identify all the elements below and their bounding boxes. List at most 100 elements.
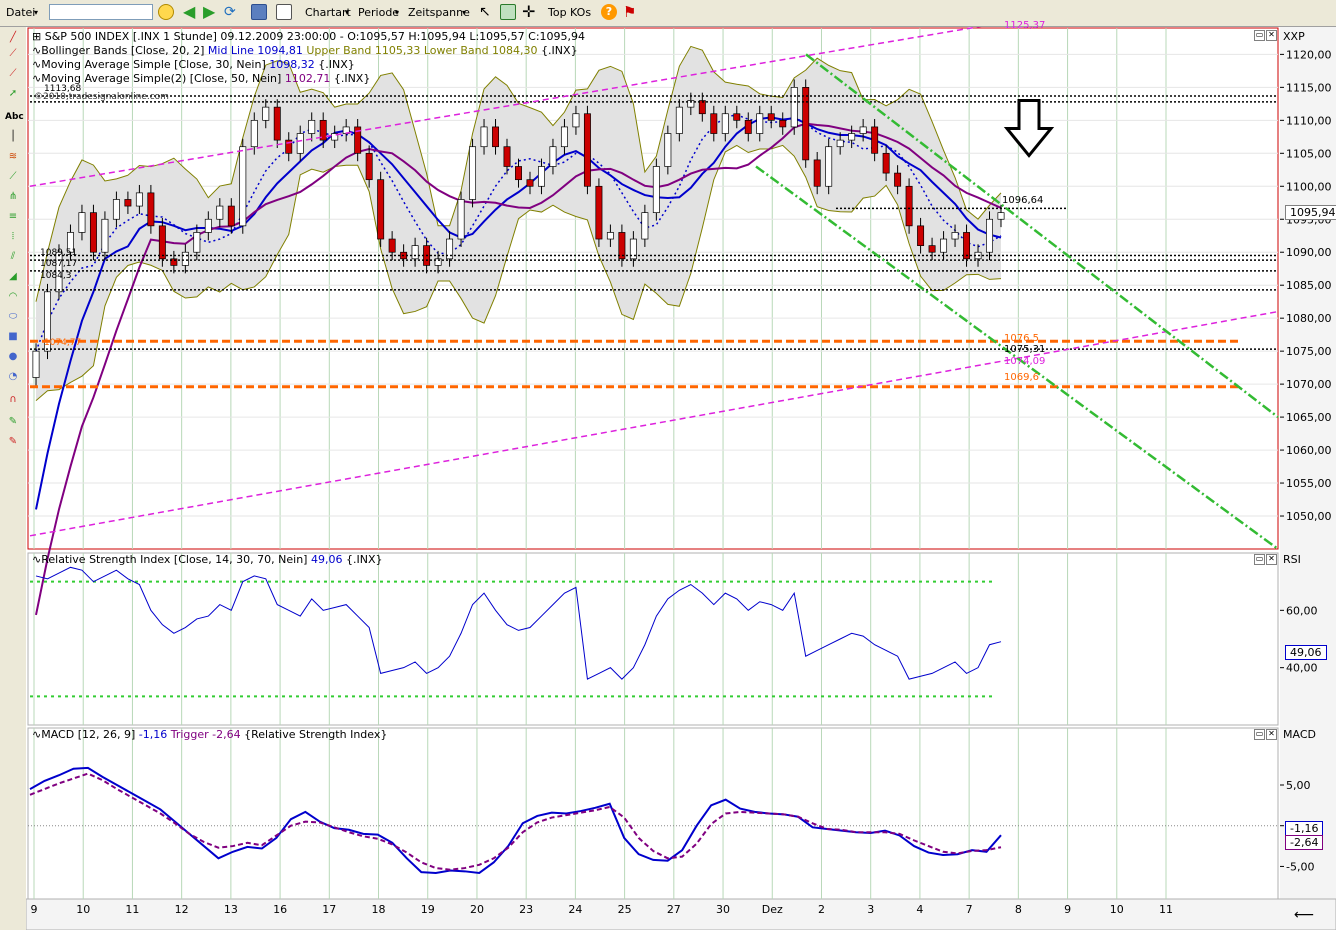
text-tool-icon[interactable]: Abc [5,110,24,124]
top-kos-button[interactable]: Top KOs [548,3,591,22]
candle-body [492,126,499,148]
forward-arrow-icon[interactable]: ▶ [203,4,221,22]
macd-close-button[interactable]: ✕ [1266,729,1277,740]
timespan-menu[interactable]: Zeitspanne [408,3,470,22]
trigger-last-tag: -2,64 [1285,835,1324,850]
annotation-1087: 1087,17 [40,259,78,269]
ray-tool-icon[interactable]: ⟋ [5,47,21,61]
help-icon[interactable]: ? [601,4,617,20]
y-tick-label: 1060,00 [1286,444,1332,457]
x-tick-label: 23 [519,903,533,916]
candle-body [652,166,660,214]
x-tick-label: 27 [667,903,681,916]
chart-type-chevron-icon[interactable]: ▾ [345,3,349,22]
refresh-icon[interactable]: ⟳ [224,4,242,22]
candle-body [124,199,132,207]
chart-area[interactable]: 9 10 11 12 13 16 17 18 19 20 23 24 25 27 30 Dez 2 3 4 7 8 9 10… [26,27,1336,930]
main-panel-header: ⊞ S&P 500 INDEX [.INX 1 Stunde] 09.12.20… [32,30,585,43]
gann-fan-icon[interactable]: ◢ [5,270,21,284]
symbol-search-input[interactable] [49,4,153,20]
y-tick-label: 1050,00 [1286,510,1332,523]
candle-body [595,185,603,240]
pitchfork-tool-icon[interactable]: ⋔ [5,190,21,204]
ma2-legend[interactable]: ∿Moving Average Simple(2) [Close, 50, Ne… [32,72,370,85]
candle-body [526,179,534,187]
ma1-legend[interactable]: ∿Moving Average Simple [Close, 30, Nein]… [32,58,355,71]
candle-body [802,87,810,161]
trendline-tool-icon[interactable]: ╱ [5,31,21,45]
candle-body [572,113,580,128]
file-menu[interactable]: Datei [6,3,35,22]
annotation-1084: 1084,3 [40,271,72,281]
back-arrow-icon[interactable]: ◀ [183,4,201,22]
ellipse-tool-icon[interactable]: ⬭ [5,310,21,324]
channel-tool-icon[interactable]: ≋ [5,150,21,164]
x-tick-label: 13 [224,903,238,916]
segment-tool-icon[interactable]: ⟋ [5,67,21,81]
indicator-icon: ∿ [32,72,42,85]
y-tick-label: 1085,00 [1286,279,1332,292]
zoom-icon[interactable] [500,4,516,20]
annotation-1074: 1074,09 [1004,356,1046,367]
candle-body [388,238,396,253]
rsi-y-tick-label: 40,00 [1286,662,1318,675]
main-close-button[interactable]: ✕ [1266,30,1277,41]
candle-body [664,133,672,167]
rectangle-tool-icon[interactable]: ■ [5,330,21,344]
vertical-line-tool-icon[interactable]: │ [5,130,21,144]
arc-tool-icon[interactable]: ◠ [5,290,21,304]
eraser-tool-icon[interactable]: ✎ [5,435,21,449]
rsi-close-button[interactable]: ✕ [1266,554,1277,565]
main-minimize-button[interactable]: ▭ [1254,30,1265,41]
x-tick-label: 24 [568,903,582,916]
candle-body [147,192,155,227]
save-icon[interactable] [251,4,267,20]
period-chevron-icon[interactable]: ▾ [395,3,399,22]
fan-tool-icon[interactable]: ⟋ [5,170,21,184]
candle-body [377,179,385,240]
x-tick-label: 11 [1159,903,1173,916]
drawing-tools-sidebar: ╱ ⟋ ⟋ ➚ Abc │ ≋ ⟋ ⋔ ≡ ⦙ ⫽ ◢ ◠ ⬭ ■ ● ◔ ∩ … [0,27,27,930]
macd-legend[interactable]: ∿MACD [12, 26, 9] -1,16 Trigger -2,64 {R… [32,728,387,741]
circle-tool-icon[interactable]: ● [5,350,21,364]
crosshair-icon[interactable]: ✛ [522,4,540,22]
fibonacci-retracement-icon[interactable]: ≡ [5,210,21,224]
main-toolbar: Datei ▾ ◀ ▶ ⟳ Chartart ▾ Periode ▾ Zeits… [0,0,1336,27]
indicator-icon: ∿ [32,728,42,741]
magnet-icon[interactable]: ∩ [5,393,21,407]
x-tick-label: 25 [618,903,632,916]
candle-body [296,133,304,154]
ma1-symbol: {.INX} [318,58,355,71]
ma2-value: 1102,71 [284,72,331,85]
fibonacci-fan-icon[interactable]: ⫽ [5,250,21,264]
sector-tool-icon[interactable]: ◔ [5,370,21,384]
file-menu-chevron-icon[interactable]: ▾ [34,3,38,22]
arrow-tool-icon[interactable]: ➚ [5,87,21,101]
chart-type-menu[interactable]: Chartart [305,3,351,22]
candle-body [917,225,925,246]
candle-body [308,119,316,134]
x-tick-label: 3 [867,903,874,916]
x-tick-label: 20 [470,903,484,916]
y-tick-label: 1100,00 [1286,180,1332,193]
ma1-value: 1098,32 [269,58,315,71]
candle-body [790,87,798,128]
rsi-minimize-button[interactable]: ▭ [1254,554,1265,565]
properties-icon[interactable] [276,4,292,20]
pencil-tool-icon[interactable]: ✎ [5,415,21,429]
timespan-chevron-icon[interactable]: ▾ [462,3,466,22]
x-tick-label: 2 [818,903,825,916]
period-menu[interactable]: Periode [358,3,399,22]
flag-icon[interactable]: ⚑ [623,4,641,22]
macd-minimize-button[interactable]: ▭ [1254,729,1265,740]
search-icon[interactable] [158,4,174,20]
cursor-icon[interactable]: ↖ [479,4,497,22]
candle-body [411,245,419,260]
bollinger-legend[interactable]: ∿Bollinger Bands [Close, 20, 2] Mid Line… [32,44,578,57]
bb-mid-label: Mid Line 1094,81 [207,44,303,57]
bb-symbol: {.INX} [541,44,578,57]
candle-body [503,146,511,167]
y-tick-label: 1075,00 [1286,345,1332,358]
fibonacci-time-icon[interactable]: ⦙ [5,230,21,244]
rsi-legend[interactable]: ∿Relative Strength Index [Close, 14, 30,… [32,553,383,566]
